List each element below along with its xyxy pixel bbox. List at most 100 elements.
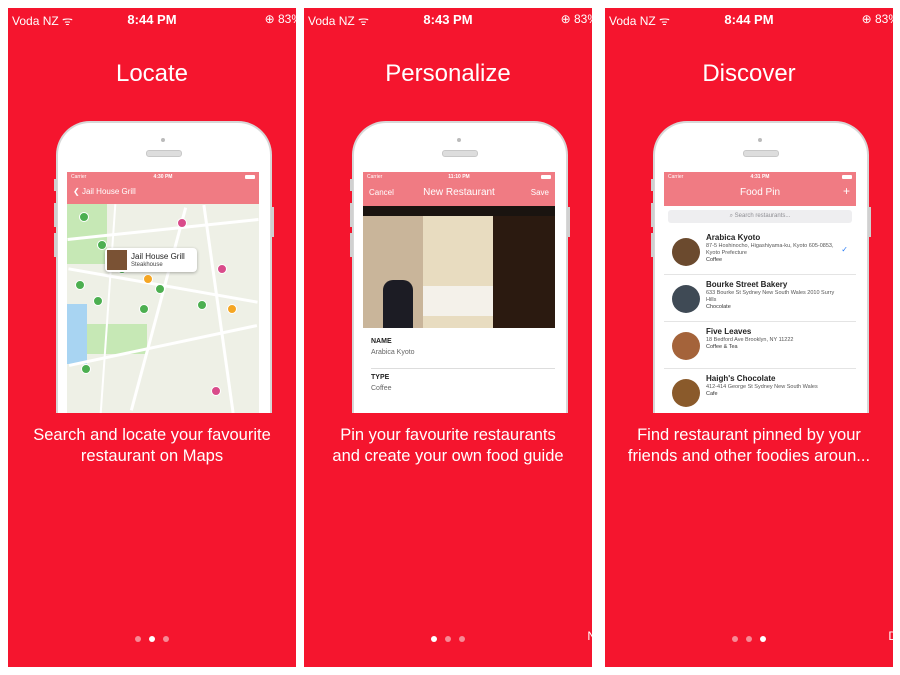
map-pin-icon[interactable] xyxy=(217,264,227,274)
name-field[interactable]: NAME Arabica Kyoto xyxy=(371,338,415,356)
phone-screen-map: Carrier 4:30 PM ❮ Jail House Grill Jail … xyxy=(67,172,259,413)
back-chevron-icon: ❮ xyxy=(73,187,80,196)
page-dot[interactable] xyxy=(459,636,465,642)
phone-speaker xyxy=(743,150,779,157)
map-water xyxy=(67,304,87,364)
photo-ceiling xyxy=(363,206,555,216)
map-pin-icon[interactable] xyxy=(93,296,103,306)
status-time: 8:43 PM xyxy=(423,12,473,27)
phone-side-button xyxy=(54,179,57,191)
type-field[interactable]: TYPE Coffee xyxy=(371,374,392,392)
page-dot-active[interactable] xyxy=(760,636,766,642)
restaurant-thumbnail xyxy=(107,250,127,270)
map-callout[interactable]: Jail House Grill Steakhouse xyxy=(105,248,197,272)
phone-camera xyxy=(457,138,461,142)
field-separator xyxy=(371,368,555,369)
phone-mockup: Carrier 4:31 PM Food Pin + ⌕ Search rest… xyxy=(651,121,871,413)
map-pin-icon[interactable] xyxy=(143,274,153,284)
battery-icon xyxy=(245,175,255,179)
phone-side-button xyxy=(54,203,57,227)
status-bar: Voda NZ ᯤ 8:44 PM ⊕ 83% xyxy=(605,12,893,28)
search-icon: ⌕ xyxy=(729,213,733,219)
navbar-title: New Restaurant xyxy=(423,187,495,198)
restaurant-row[interactable]: Bourke Street Bakery 633 Bourke St Sydne… xyxy=(664,275,856,322)
battery-label: ⊕ 83% xyxy=(560,12,592,26)
restaurant-avatar xyxy=(672,332,700,360)
phone-speaker xyxy=(146,150,182,157)
status-bar: Voda NZ ᯤ 8:44 PM ⊕ 83% xyxy=(8,12,296,28)
page-indicator[interactable] xyxy=(304,629,592,647)
phone-speaker xyxy=(442,150,478,157)
page-description: Pin your favourite restaurants and creat… xyxy=(332,426,564,465)
page-dot[interactable] xyxy=(732,636,738,642)
phone-screen-food-pin: Carrier 4:31 PM Food Pin + ⌕ Search rest… xyxy=(664,172,856,413)
save-button[interactable]: Save xyxy=(531,188,549,197)
map-view[interactable]: Jail House Grill Steakhouse xyxy=(67,204,259,413)
status-time: 8:44 PM xyxy=(127,12,177,27)
page-dot-active[interactable] xyxy=(431,636,437,642)
phone-side-button xyxy=(651,233,654,257)
onboarding-panel-locate[interactable]: Voda NZ ᯤ 8:44 PM ⊕ 83% Locate Carrier 4… xyxy=(8,8,296,667)
alarm-icon: ⊕ xyxy=(560,12,571,26)
restaurant-row[interactable]: Arabica Kyoto 87-5 Hoshinocho, Higashiya… xyxy=(664,228,856,275)
next-button-partial[interactable]: N xyxy=(587,629,592,643)
page-dot[interactable] xyxy=(746,636,752,642)
restaurant-row[interactable]: Haigh's Chocolate 412-414 George St Sydn… xyxy=(664,369,856,413)
battery-icon xyxy=(842,175,852,179)
phone-mockup: Carrier 4:30 PM ❮ Jail House Grill Jail … xyxy=(54,121,274,413)
page-description: Search and locate your favourite restaur… xyxy=(33,426,271,465)
page-dot[interactable] xyxy=(135,636,141,642)
restaurant-row[interactable]: Five Leaves 18 Bedford Ave Brooklyn, NY … xyxy=(664,322,856,369)
page-dot[interactable] xyxy=(445,636,451,642)
page-title: Locate xyxy=(115,60,189,87)
page-dot[interactable] xyxy=(163,636,169,642)
phone-side-button xyxy=(350,179,353,191)
add-button[interactable]: + xyxy=(843,184,850,198)
status-time: 8:44 PM xyxy=(724,12,774,27)
restaurant-photo[interactable] xyxy=(363,206,555,328)
checkmark-icon: ✓ xyxy=(841,245,848,254)
page-indicator[interactable] xyxy=(605,629,893,647)
map-pin-icon[interactable] xyxy=(81,364,91,374)
search-input[interactable]: ⌕ Search restaurants... xyxy=(668,210,852,223)
phone-side-button xyxy=(54,233,57,257)
restaurant-avatar xyxy=(672,285,700,313)
phone-side-button xyxy=(868,207,871,237)
photo-person xyxy=(383,280,413,328)
restaurant-avatar xyxy=(672,379,700,407)
map-pin-icon[interactable] xyxy=(155,284,165,294)
map-navbar: Carrier 4:30 PM ❮ Jail House Grill xyxy=(67,172,259,204)
onboarding-panel-personalize[interactable]: Voda NZ ᯤ 8:43 PM ⊕ 83% Personalize Carr… xyxy=(304,8,592,667)
onboarding-panel-discover[interactable]: Voda NZ ᯤ 8:44 PM ⊕ 83% Discover Carrier… xyxy=(605,8,893,667)
phone-mockup: Carrier 11:10 PM Cancel New Restaurant S… xyxy=(350,121,570,413)
page-title: Discover xyxy=(702,60,796,87)
phone-camera xyxy=(758,138,762,142)
battery-label: ⊕ 83% xyxy=(861,12,893,26)
map-pin-icon[interactable] xyxy=(177,218,187,228)
battery-icon xyxy=(541,175,551,179)
back-button[interactable]: ❮ Jail House Grill xyxy=(73,187,136,196)
photo-windows xyxy=(493,206,555,328)
map-pin-icon[interactable] xyxy=(227,304,237,314)
new-restaurant-navbar: Carrier 11:10 PM Cancel New Restaurant S… xyxy=(363,172,555,206)
map-pin-icon[interactable] xyxy=(139,304,149,314)
phone-screen-new-restaurant: Carrier 11:10 PM Cancel New Restaurant S… xyxy=(363,172,555,413)
page-title: Personalize xyxy=(385,60,511,87)
map-pin-icon[interactable] xyxy=(211,386,221,396)
restaurant-avatar xyxy=(672,238,700,266)
map-pin-icon[interactable] xyxy=(197,300,207,310)
navbar-title: Food Pin xyxy=(739,187,781,198)
alarm-icon: ⊕ xyxy=(264,12,275,26)
phone-side-button xyxy=(271,207,274,237)
battery-label: ⊕ 83% xyxy=(264,12,296,26)
food-pin-navbar: Carrier 4:31 PM Food Pin + xyxy=(664,172,856,206)
phone-side-button xyxy=(350,233,353,257)
page-indicator[interactable] xyxy=(8,629,296,647)
map-pin-icon[interactable] xyxy=(79,212,89,222)
page-dot-active[interactable] xyxy=(149,636,155,642)
phone-side-button xyxy=(567,207,570,237)
page-description: Find restaurant pinned by your friends a… xyxy=(627,426,871,465)
map-pin-icon[interactable] xyxy=(75,280,85,290)
done-button-partial[interactable]: D xyxy=(888,629,893,643)
photo-counter xyxy=(423,286,493,316)
